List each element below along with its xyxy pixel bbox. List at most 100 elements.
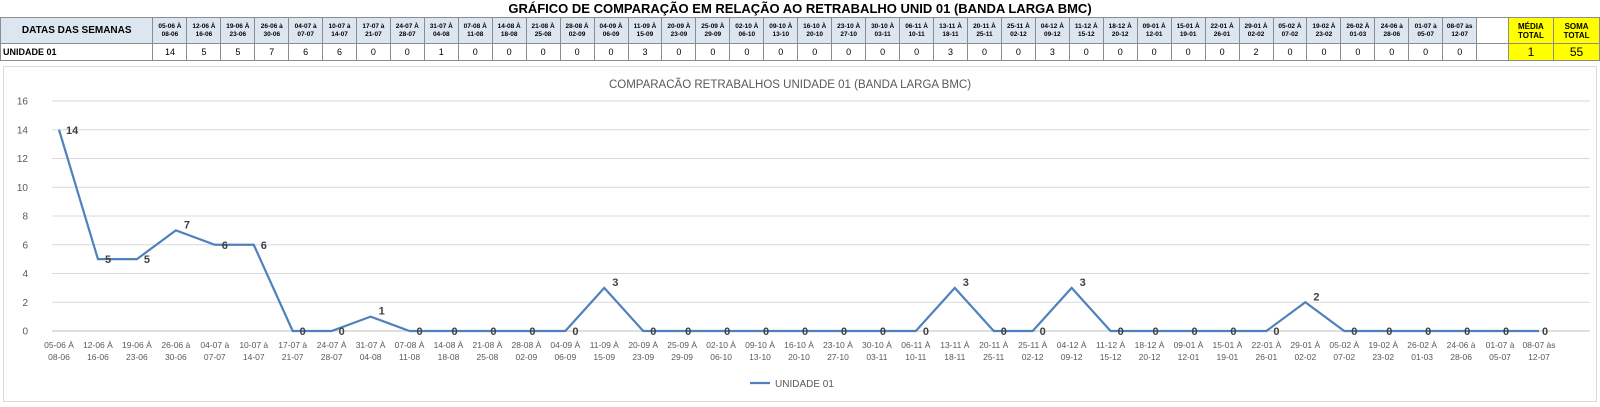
week-header-cell[interactable]: 11-09 À 15-09 xyxy=(627,17,663,44)
week-header-cell[interactable]: 05-02 À 07-02 xyxy=(1272,17,1308,44)
week-header-cell[interactable]: 24-06 à 28-06 xyxy=(1374,17,1410,44)
week-value-cell[interactable]: 7 xyxy=(254,43,290,61)
week-header-cell[interactable]: 26-06 à 30-06 xyxy=(254,17,290,44)
week-value-cell[interactable]: 0 xyxy=(1374,43,1410,61)
week-value-cell[interactable]: 2 xyxy=(1238,43,1274,61)
media-total-header[interactable]: MÉDIA TOTAL xyxy=(1507,17,1555,44)
week-header-cell[interactable]: 13-11 À 18-11 xyxy=(933,17,968,44)
week-value-cell[interactable]: 0 xyxy=(661,43,697,61)
x-tick-label: 26-02 À xyxy=(1407,340,1437,350)
week-header-cell[interactable]: 15-01 À 19-01 xyxy=(1170,17,1206,44)
week-value-cell[interactable]: 0 xyxy=(593,43,629,61)
week-header-start: 09-10 À xyxy=(769,22,793,30)
week-header-cell[interactable]: 02-10 À 06-10 xyxy=(729,17,765,44)
week-value-cell[interactable]: 5 xyxy=(220,43,256,61)
x-tick-label: 04-08 xyxy=(360,352,382,362)
week-value-cell[interactable]: 0 xyxy=(1000,43,1036,61)
week-value-cell[interactable]: 0 xyxy=(899,43,935,61)
week-header-cell[interactable]: 24-07 À 28-07 xyxy=(389,17,425,44)
week-header-cell[interactable]: 05-06 À 08-06 xyxy=(152,17,188,44)
row-label[interactable]: UNIDADE 01 xyxy=(0,43,154,61)
week-header-cell[interactable]: 30-10 À 03-11 xyxy=(865,17,901,44)
week-value-cell[interactable]: 0 xyxy=(457,43,493,61)
week-header-cell[interactable]: 19-02 À 23-02 xyxy=(1306,17,1342,44)
week-header-cell[interactable]: 21-08 À 25-08 xyxy=(525,17,561,44)
week-value-cell[interactable]: 0 xyxy=(966,43,1002,61)
week-value-cell[interactable]: 0 xyxy=(1340,43,1376,61)
week-header-cell[interactable]: 22-01 À 26-01 xyxy=(1204,17,1240,44)
week-value-cell[interactable]: 0 xyxy=(1136,43,1172,61)
week-value-cell[interactable]: 0 xyxy=(763,43,799,61)
empty-cell[interactable] xyxy=(1476,43,1509,61)
week-header-cell[interactable]: 19-06 À 23-06 xyxy=(220,17,256,44)
week-header-cell[interactable]: 25-11 À 02-12 xyxy=(1000,17,1036,44)
week-value-cell[interactable]: 0 xyxy=(1170,43,1206,61)
week-value-cell[interactable]: 0 xyxy=(1306,43,1342,61)
week-value-cell[interactable]: 0 xyxy=(1068,43,1104,61)
week-header-cell[interactable]: 23-10 À 27-10 xyxy=(831,17,867,44)
week-header-start: 10-07 à xyxy=(328,22,351,30)
week-header-cell[interactable]: 14-08 À 18-08 xyxy=(491,17,527,44)
week-header-cell[interactable]: 16-10 À 20-10 xyxy=(797,17,833,44)
week-value-cell[interactable]: 0 xyxy=(389,43,425,61)
week-value-cell[interactable]: 0 xyxy=(1102,43,1138,61)
week-value-cell[interactable]: 0 xyxy=(797,43,833,61)
soma-total-header[interactable]: SOMA TOTAL xyxy=(1553,17,1600,44)
week-value-cell[interactable]: 0 xyxy=(355,43,391,61)
week-value-cell[interactable]: 3 xyxy=(627,43,663,61)
x-tick-label: 12-06 À xyxy=(83,340,113,350)
week-header-cell[interactable]: 18-12 À 20-12 xyxy=(1102,17,1138,44)
week-header-start: 29-01 À xyxy=(1244,22,1268,30)
x-tick-label: 11-12 À xyxy=(1096,340,1125,350)
week-header-cell[interactable]: 11-12 À 15-12 xyxy=(1068,17,1104,44)
row-header-label[interactable]: DATAS DAS SEMANAS xyxy=(0,17,154,44)
week-header-start: 04-12 À xyxy=(1040,22,1064,30)
week-header-cell[interactable]: 28-08 À 02-09 xyxy=(559,17,595,44)
week-header-cell[interactable]: 09-10 À 13-10 xyxy=(763,17,799,44)
week-header-cell[interactable]: 06-11 À 10-11 xyxy=(899,17,935,44)
week-value-cell[interactable]: 14 xyxy=(152,43,188,61)
week-value-cell[interactable]: 6 xyxy=(322,43,357,61)
week-value-cell[interactable]: 0 xyxy=(1272,43,1308,61)
week-header-cell[interactable]: 01-07 à 05-07 xyxy=(1408,17,1444,44)
week-header-cell[interactable]: 20-11 À 25-11 xyxy=(966,17,1002,44)
week-value-cell[interactable]: 6 xyxy=(288,43,324,61)
week-header-end: 29-09 xyxy=(704,30,722,38)
week-header-end: 09-12 xyxy=(1044,30,1061,38)
week-header-cell[interactable]: 07-08 À 11-08 xyxy=(457,17,493,44)
week-header-cell[interactable]: 17-07 à 21-07 xyxy=(355,17,391,44)
week-value-cell[interactable]: 0 xyxy=(831,43,867,61)
week-header-cell[interactable]: 09-01 À 12-01 xyxy=(1136,17,1172,44)
data-label: 0 xyxy=(300,326,306,338)
week-value-cell[interactable]: 0 xyxy=(1408,43,1444,61)
week-value-cell[interactable]: 0 xyxy=(695,43,731,61)
week-header-cell[interactable]: 12-06 À 16-06 xyxy=(186,17,222,44)
week-header-cell[interactable]: 08-07 às 12-07 xyxy=(1442,17,1478,44)
soma-total-value[interactable]: 55 xyxy=(1553,43,1600,61)
week-value-cell[interactable]: 0 xyxy=(729,43,765,61)
week-header-cell[interactable]: 25-09 À 29-09 xyxy=(695,17,731,44)
week-header-cell[interactable]: 04-07 à 07-07 xyxy=(288,17,324,44)
x-tick-label: 02-12 xyxy=(1022,352,1044,362)
week-value-cell[interactable]: 3 xyxy=(1034,43,1070,61)
week-value-cell[interactable]: 1 xyxy=(423,43,459,61)
data-label: 5 xyxy=(144,254,150,266)
week-value-cell[interactable]: 3 xyxy=(933,43,968,61)
week-value-cell[interactable]: 0 xyxy=(1204,43,1240,61)
week-header-cell[interactable]: 26-02 À 01-03 xyxy=(1340,17,1376,44)
week-header-cell[interactable]: 31-07 À 04-08 xyxy=(423,17,459,44)
week-header-cell[interactable]: 20-09 À 23-09 xyxy=(661,17,697,44)
x-tick-label: 11-09 À xyxy=(590,340,619,350)
week-header-cell[interactable]: 10-07 à 14-07 xyxy=(322,17,357,44)
week-value-cell[interactable]: 0 xyxy=(865,43,901,61)
week-header-cell[interactable]: 04-12 À 09-12 xyxy=(1034,17,1070,44)
week-value-cell[interactable]: 0 xyxy=(525,43,561,61)
week-value-cell[interactable]: 0 xyxy=(1442,43,1478,61)
empty-cell[interactable] xyxy=(1476,17,1509,44)
week-value-cell[interactable]: 5 xyxy=(186,43,222,61)
week-value-cell[interactable]: 0 xyxy=(491,43,527,61)
media-total-value[interactable]: 1 xyxy=(1507,43,1555,61)
week-value-cell[interactable]: 0 xyxy=(559,43,595,61)
week-header-cell[interactable]: 29-01 À 02-02 xyxy=(1238,17,1274,44)
week-header-cell[interactable]: 04-09 À 06-09 xyxy=(593,17,629,44)
